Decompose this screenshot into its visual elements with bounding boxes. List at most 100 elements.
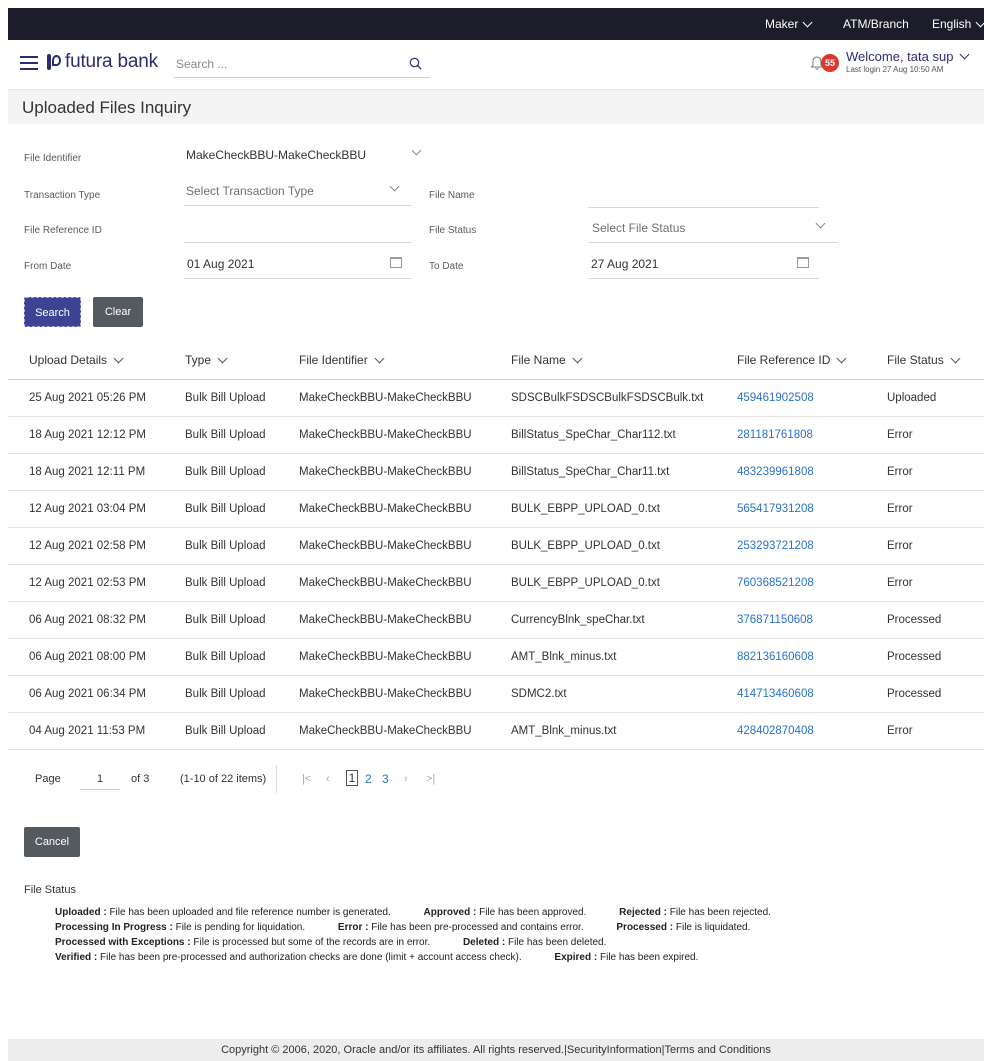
legend-term: Expired :	[554, 952, 598, 963]
search-button[interactable]: Search	[24, 297, 81, 327]
notification-badge[interactable]: 55	[821, 54, 839, 72]
calendar-icon[interactable]	[797, 257, 809, 268]
bank-logo[interactable]: futura bank	[46, 51, 158, 73]
column-header-file-name[interactable]: File Name	[511, 353, 583, 367]
cell-upload-details: 25 Aug 2021 05:26 PM	[29, 392, 147, 404]
chevron-down-icon	[572, 353, 583, 363]
column-header-file-reference-id[interactable]: File Reference ID	[737, 353, 847, 367]
legend-desc: File is liquidated.	[673, 922, 751, 933]
last-page-icon[interactable]: >|	[426, 773, 435, 785]
legend-term: Error :	[337, 922, 369, 933]
cell-file-status: Processed	[887, 651, 942, 663]
app-header: futura bank 55 Welcome, tata sup Last lo…	[8, 40, 984, 90]
language-dropdown[interactable]: English	[932, 17, 984, 31]
welcome-text: Welcome, tata sup	[846, 49, 954, 64]
next-page-icon[interactable]: ›	[404, 773, 408, 785]
file-reference-link[interactable]: 459461902508	[737, 392, 814, 404]
hamburger-menu-icon[interactable]	[20, 56, 38, 70]
chevron-down-icon	[836, 353, 847, 363]
legend-term: Deleted :	[462, 937, 506, 948]
cell-type: Bulk Bill Upload	[185, 540, 266, 552]
to-date-value: 27 Aug 2021	[591, 257, 659, 271]
file-status-dropdown[interactable]: Select File Status	[588, 215, 838, 243]
cell-upload-details: 04 Aug 2021 11:53 PM	[29, 725, 146, 737]
footer: Copyright © 2006, 2020, Oracle and/or it…	[8, 1039, 984, 1061]
pager-divider	[276, 765, 277, 793]
cell-file-status: Processed	[887, 614, 942, 626]
file-status-placeholder: Select File Status	[592, 221, 686, 235]
file-reference-link[interactable]: 253293721208	[737, 540, 814, 552]
column-header-file-identifier[interactable]: File Identifier	[299, 353, 385, 367]
cell-type: Bulk Bill Upload	[185, 503, 266, 515]
table-row: 12 Aug 2021 02:53 PM Bulk Bill Upload Ma…	[8, 565, 984, 602]
column-header-label: File Status	[887, 353, 944, 367]
search-input[interactable]	[174, 52, 394, 76]
legend-desc: File has been uploaded and file referenc…	[106, 907, 391, 918]
column-header-file-status[interactable]: File Status	[887, 353, 961, 367]
first-page-icon[interactable]: |<	[302, 773, 311, 785]
cell-file-name: BULK_EBPP_UPLOAD_0.txt	[511, 503, 660, 515]
cell-file-identifier: MakeCheckBBU-MakeCheckBBU	[299, 540, 472, 552]
table-row: 12 Aug 2021 02:58 PM Bulk Bill Upload Ma…	[8, 528, 984, 565]
file-status-label: File Status	[429, 225, 477, 236]
file-reference-link[interactable]: 565417931208	[737, 503, 814, 515]
page-number-input[interactable]	[80, 768, 120, 790]
column-header-type[interactable]: Type	[185, 353, 228, 367]
top-bar: Maker ATM/Branch English	[8, 8, 984, 40]
page-title-band: Uploaded Files Inquiry	[8, 90, 984, 124]
page-link-2[interactable]: 2	[365, 772, 372, 786]
file-reference-link[interactable]: 760368521208	[737, 577, 814, 589]
file-reference-link[interactable]: 281181761808	[737, 429, 813, 441]
cell-type: Bulk Bill Upload	[185, 651, 266, 663]
file-reference-link[interactable]: 483239961808	[737, 466, 814, 478]
legend-desc: File has been approved.	[476, 907, 587, 918]
from-date-field[interactable]: 01 Aug 2021	[184, 251, 412, 279]
column-header-label: File Identifier	[299, 353, 368, 367]
column-header-upload-details[interactable]: Upload Details	[29, 353, 124, 367]
file-reference-link[interactable]: 882136160608	[737, 651, 814, 663]
file-reference-link[interactable]: 376871150608	[737, 614, 813, 626]
calendar-icon[interactable]	[390, 257, 402, 268]
chevron-down-icon	[374, 353, 385, 363]
file-reference-label: File Reference ID	[24, 225, 102, 236]
chevron-down-icon	[975, 17, 984, 27]
branch-link[interactable]: ATM/Branch	[843, 17, 909, 31]
pagination: Page of 3 (1-10 of 22 items) |< ‹ 1 2 3 …	[8, 765, 608, 795]
user-menu[interactable]: Welcome, tata sup Last login 27 Aug 10:5…	[846, 49, 970, 74]
page-link-3[interactable]: 3	[382, 772, 389, 786]
file-identifier-dropdown[interactable]: MakeCheckBBU-MakeCheckBBU	[184, 142, 434, 170]
cell-upload-details: 12 Aug 2021 02:58 PM	[29, 540, 147, 552]
file-reference-input[interactable]	[184, 215, 412, 243]
column-header-label: Upload Details	[29, 353, 108, 367]
transaction-type-dropdown[interactable]: Select Transaction Type	[184, 178, 412, 206]
legend-desc: File is pending for liquidation.	[172, 922, 306, 933]
cell-file-name: BillStatus_SpeChar_Char11.txt	[511, 466, 670, 478]
cell-file-identifier: MakeCheckBBU-MakeCheckBBU	[299, 651, 472, 663]
cell-file-name: SDMC2.txt	[511, 688, 567, 700]
cell-type: Bulk Bill Upload	[185, 577, 266, 589]
page-link-1[interactable]: 1	[346, 770, 358, 786]
legend-line: Verified : File has been pre-processed a…	[55, 952, 728, 963]
file-reference-link[interactable]: 414713460608	[737, 688, 814, 700]
file-reference-link[interactable]: 428402870408	[737, 725, 814, 737]
cell-upload-details: 06 Aug 2021 06:34 PM	[29, 688, 147, 700]
table-header: Upload Details Type File Identifier File…	[8, 342, 984, 380]
cell-type: Bulk Bill Upload	[185, 466, 266, 478]
chevron-down-icon	[217, 353, 228, 363]
cancel-button[interactable]: Cancel	[24, 827, 80, 857]
table-row: 04 Aug 2021 11:53 PM Bulk Bill Upload Ma…	[8, 713, 984, 750]
global-search	[174, 52, 430, 78]
to-date-field[interactable]: 27 Aug 2021	[588, 251, 819, 279]
cell-upload-details: 06 Aug 2021 08:00 PM	[29, 651, 147, 663]
chevron-down-icon	[959, 49, 970, 60]
clear-button[interactable]: Clear	[93, 297, 143, 327]
search-icon[interactable]	[409, 57, 422, 70]
file-name-input[interactable]	[588, 180, 819, 208]
file-identifier-value: MakeCheckBBU-MakeCheckBBU	[186, 148, 367, 162]
prev-page-icon[interactable]: ‹	[326, 773, 330, 785]
role-dropdown[interactable]: Maker	[765, 17, 813, 31]
transaction-type-placeholder: Select Transaction Type	[186, 184, 314, 198]
cell-file-name: AMT_Blnk_minus.txt	[511, 725, 617, 737]
file-name-label: File Name	[429, 190, 475, 201]
table-row: 18 Aug 2021 12:12 PM Bulk Bill Upload Ma…	[8, 417, 984, 454]
